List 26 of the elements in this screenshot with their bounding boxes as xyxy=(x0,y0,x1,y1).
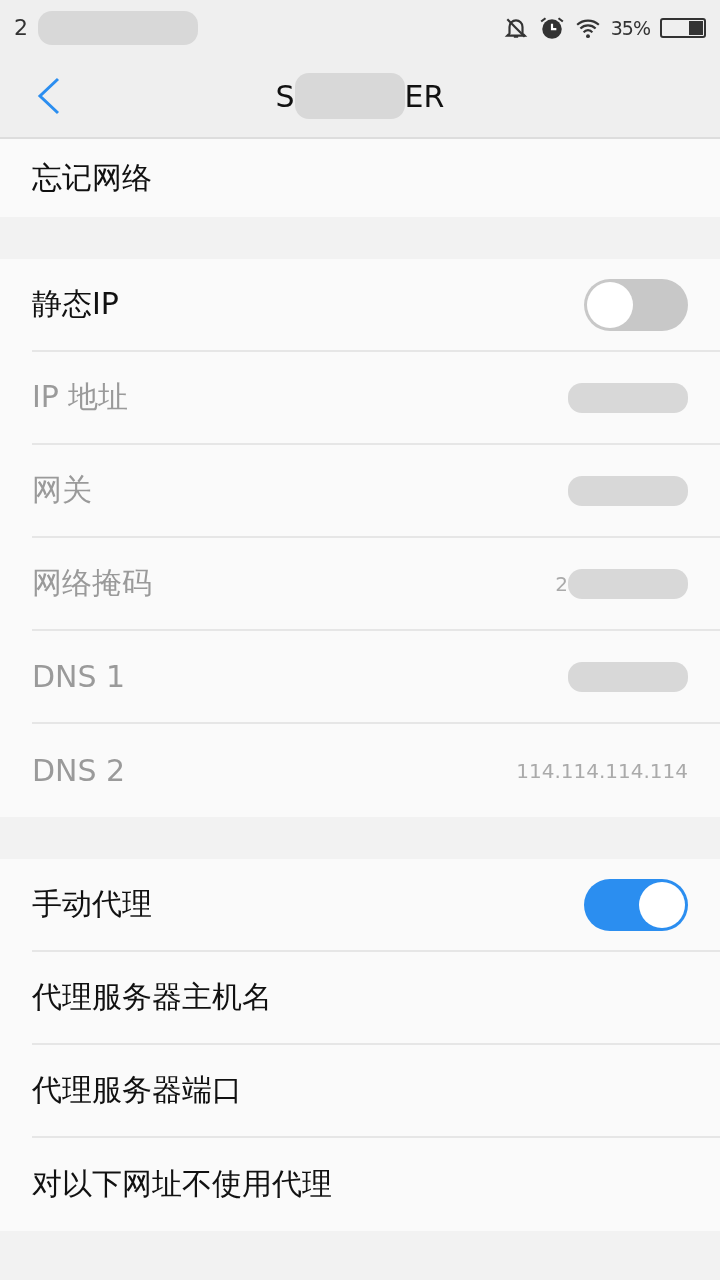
settings-row[interactable]: 代理服务器端口 xyxy=(32,1045,720,1138)
settings-row[interactable]: 代理服务器主机名 xyxy=(32,952,720,1045)
toggle-switch[interactable] xyxy=(584,878,688,931)
field-value: 114.114.114.114 xyxy=(516,758,688,783)
row-label: 忘记网络 xyxy=(32,158,153,197)
row-label: DNS 2 xyxy=(32,753,127,788)
row-label: IP 地址 xyxy=(32,378,130,416)
battery-icon xyxy=(660,17,706,38)
page-title: S xyxy=(275,78,295,114)
toggle-switch[interactable] xyxy=(584,278,688,331)
row-label: DNS 1 xyxy=(32,659,127,694)
row-label: 网络掩码 xyxy=(32,564,153,602)
row-label: 静态IP xyxy=(32,285,120,323)
status-time: 2 xyxy=(14,15,28,40)
row-label: 代理服务器主机名 xyxy=(32,978,273,1016)
settings-row[interactable]: 手动代理 xyxy=(32,859,720,952)
row-label: 手动代理 xyxy=(32,885,153,923)
battery-percent: 35% xyxy=(610,16,650,39)
page-title: ER xyxy=(404,78,445,114)
field-value: 2 xyxy=(555,571,568,596)
row-label: 网关 xyxy=(32,471,93,509)
back-button[interactable] xyxy=(36,77,62,115)
settings-row[interactable]: 静态IP xyxy=(32,259,720,352)
settings-row[interactable]: 对以下网址不使用代理 xyxy=(32,1138,720,1231)
row-label: 对以下网址不使用代理 xyxy=(32,1165,333,1203)
row-label: 代理服务器端口 xyxy=(32,1071,243,1109)
